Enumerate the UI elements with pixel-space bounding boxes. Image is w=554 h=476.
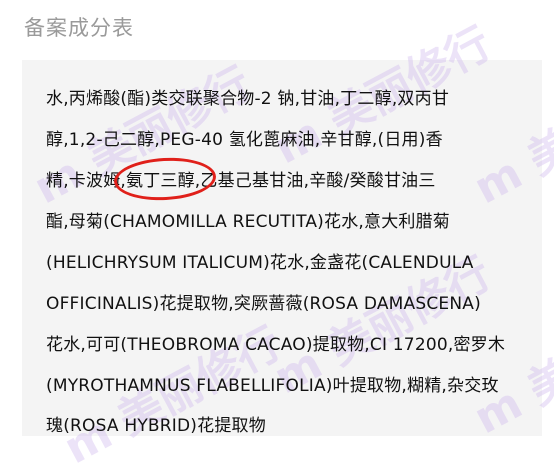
ingredient-line: 精,卡波姆,氨丁三醇,乙基己基甘油,辛酸/癸酸甘油三 <box>46 171 436 191</box>
watermark-logo: m 美丽修行 <box>466 57 554 215</box>
ingredient-line: 瑰(ROSA HYBRID)花提取物 <box>46 416 266 436</box>
ingredient-line: 水,丙烯酸(酯)类交联聚合物-2 钠,甘油,丁二醇,双丙甘 <box>46 89 450 109</box>
ingredient-line: 醇,1,2-己二醇,PEG-40 氢化蓖麻油,辛甘醇,(日用)香 <box>46 130 443 150</box>
ingredient-line: OFFICINALIS)花提取物,突厥蔷薇(ROSA DAMASCENA) <box>46 294 481 314</box>
ingredient-line: 花水,可可(THEOBROMA CACAO)提取物,CI 17200,密罗木 <box>46 335 506 355</box>
section-title: 备案成分表 <box>24 16 134 40</box>
ingredient-line: (HELICHRYSUM ITALICUM)花水,金盏花(CALENDULA <box>46 253 474 273</box>
ingredient-line: 酯,母菊(CHAMOMILLA RECUTITA)花水,意大利腊菊 <box>46 212 451 232</box>
ingredient-line: (MYROTHAMNUS FLABELLIFOLIA)叶提取物,糊精,杂交玫 <box>46 376 499 396</box>
